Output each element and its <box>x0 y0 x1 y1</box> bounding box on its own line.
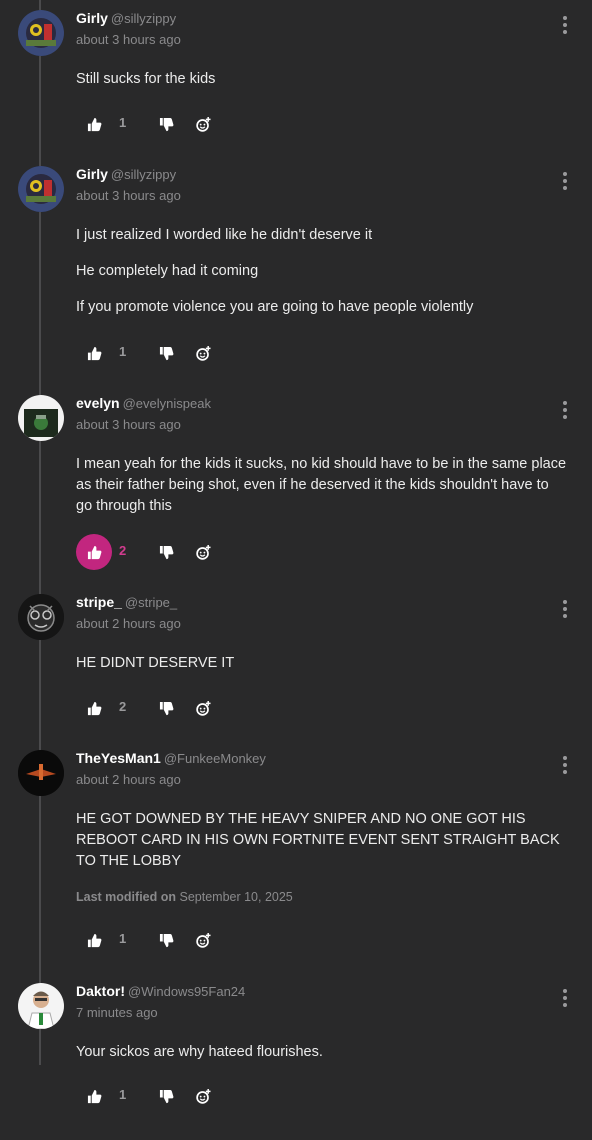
more-options-icon[interactable] <box>560 989 570 1007</box>
timestamp: 7 minutes ago <box>76 1005 158 1020</box>
more-options-icon[interactable] <box>560 401 570 419</box>
thumbs-up-icon <box>87 117 101 131</box>
thumbs-down-icon <box>159 117 173 131</box>
comment-body: Your sickos are why hateed flourishes. <box>76 1042 568 1063</box>
comment-actions: 2 <box>76 534 276 570</box>
user-handle[interactable]: @FunkeeMonkey <box>164 751 266 766</box>
add-reaction-icon <box>195 544 211 560</box>
like-count: 1 <box>119 344 127 359</box>
last-modified-label: Last modified on <box>76 890 176 904</box>
comment-body: I mean yeah for the kids it sucks, no ki… <box>76 454 568 517</box>
timestamp: about 3 hours ago <box>76 32 181 47</box>
comment-paragraph: If you promote violence you are going to… <box>76 299 474 315</box>
thumbs-down-icon <box>159 346 173 360</box>
comment-actions: 2 <box>76 690 276 726</box>
user-avatar[interactable] <box>18 166 64 212</box>
like-button[interactable] <box>76 106 112 142</box>
last-modified: Last modified on September 10, 2025 <box>76 890 293 904</box>
like-button[interactable] <box>76 1078 112 1114</box>
user-handle[interactable]: @sillyzippy <box>111 11 176 26</box>
last-modified-date: September 10, 2025 <box>179 890 293 904</box>
dislike-button[interactable] <box>148 534 184 570</box>
add-reaction-icon <box>195 932 211 948</box>
thumbs-up-icon <box>87 701 101 715</box>
comment-actions: 1 <box>76 1078 276 1114</box>
thumbs-down-icon <box>159 545 173 559</box>
like-button[interactable] <box>76 690 112 726</box>
comment-paragraph: I mean yeah for the kids it sucks, no ki… <box>76 456 567 514</box>
like-count: 2 <box>119 543 127 558</box>
like-count: 1 <box>119 115 127 130</box>
add-reaction-icon <box>195 1088 211 1104</box>
dislike-button[interactable] <box>148 106 184 142</box>
comment-body: Still sucks for the kids <box>76 69 568 90</box>
thumbs-down-icon <box>159 933 173 947</box>
username[interactable]: evelyn <box>76 395 120 411</box>
comment-actions: 1 <box>76 922 276 958</box>
add-reaction-icon <box>195 116 211 132</box>
like-count: 1 <box>119 1087 127 1102</box>
comment-actions: 1 <box>76 335 276 371</box>
user-handle[interactable]: @stripe_ <box>125 595 177 610</box>
username[interactable]: Girly <box>76 10 108 26</box>
username[interactable]: TheYesMan1 <box>76 750 161 766</box>
user-handle[interactable]: @sillyzippy <box>111 167 176 182</box>
user-avatar[interactable] <box>18 395 64 441</box>
comment-paragraph: Your sickos are why hateed flourishes. <box>76 1044 323 1060</box>
comment-paragraph: He completely had it coming <box>76 263 259 279</box>
like-button[interactable] <box>76 335 112 371</box>
like-count: 2 <box>119 699 127 714</box>
add-reaction-button[interactable] <box>185 922 221 958</box>
timestamp: about 2 hours ago <box>76 772 181 787</box>
user-avatar[interactable] <box>18 10 64 56</box>
user-handle[interactable]: @Windows95Fan24 <box>128 984 245 999</box>
comment-paragraph: I just realized I worded like he didn't … <box>76 227 373 243</box>
add-reaction-button[interactable] <box>185 690 221 726</box>
dislike-button[interactable] <box>148 335 184 371</box>
add-reaction-icon <box>195 700 211 716</box>
thumbs-up-icon <box>87 933 101 947</box>
like-count: 1 <box>119 931 127 946</box>
thumbs-down-icon <box>159 1089 173 1103</box>
username[interactable]: Girly <box>76 166 108 182</box>
thumbs-up-icon <box>87 545 101 559</box>
dislike-button[interactable] <box>148 1078 184 1114</box>
username[interactable]: Daktor! <box>76 983 125 999</box>
thumbs-down-icon <box>159 701 173 715</box>
comment-body: HE GOT DOWNED BY THE HEAVY SNIPER AND NO… <box>76 809 568 872</box>
more-options-icon[interactable] <box>560 756 570 774</box>
user-avatar[interactable] <box>18 594 64 640</box>
like-button[interactable] <box>76 922 112 958</box>
add-reaction-button[interactable] <box>185 1078 221 1114</box>
comment-actions: 1 <box>76 106 276 142</box>
add-reaction-button[interactable] <box>185 534 221 570</box>
user-avatar[interactable] <box>18 750 64 796</box>
add-reaction-button[interactable] <box>185 106 221 142</box>
comment-paragraph: Still sucks for the kids <box>76 71 216 87</box>
more-options-icon[interactable] <box>560 16 570 34</box>
timestamp: about 3 hours ago <box>76 188 181 203</box>
thumbs-up-icon <box>87 1089 101 1103</box>
dislike-button[interactable] <box>148 690 184 726</box>
more-options-icon[interactable] <box>560 600 570 618</box>
dislike-button[interactable] <box>148 922 184 958</box>
add-reaction-icon <box>195 345 211 361</box>
comment-body: I just realized I worded like he didn't … <box>76 225 568 318</box>
thumbs-up-icon <box>87 346 101 360</box>
user-avatar[interactable] <box>18 983 64 1029</box>
comment-body: HE DIDNT DESERVE IT <box>76 653 568 674</box>
like-button[interactable] <box>76 534 112 570</box>
timestamp: about 3 hours ago <box>76 417 181 432</box>
comment-paragraph: HE GOT DOWNED BY THE HEAVY SNIPER AND NO… <box>76 811 560 869</box>
comment-paragraph: HE DIDNT DESERVE IT <box>76 655 235 671</box>
add-reaction-button[interactable] <box>185 335 221 371</box>
username[interactable]: stripe_ <box>76 594 122 610</box>
more-options-icon[interactable] <box>560 172 570 190</box>
thread-line <box>39 0 41 1065</box>
timestamp: about 2 hours ago <box>76 616 181 631</box>
user-handle[interactable]: @evelynispeak <box>123 396 211 411</box>
